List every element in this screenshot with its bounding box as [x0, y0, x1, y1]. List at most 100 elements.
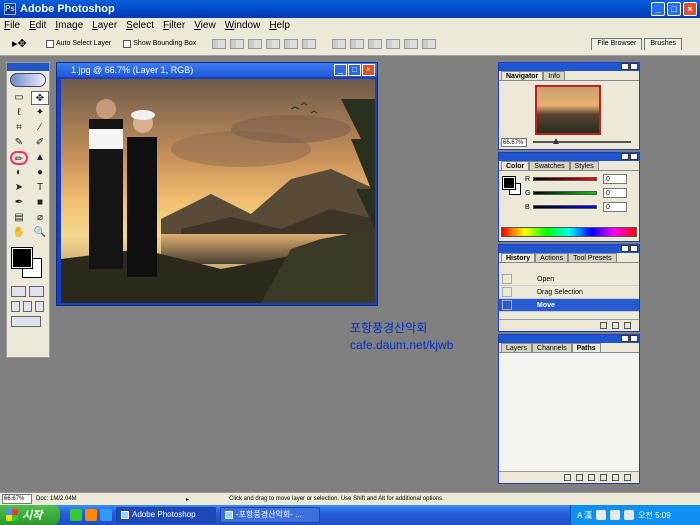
align-top-icon[interactable] — [212, 38, 227, 49]
align-left-icon[interactable] — [266, 38, 281, 49]
history-item[interactable]: Open — [499, 273, 639, 286]
menu-filter[interactable]: Filter — [163, 20, 185, 31]
crop-tool-icon[interactable]: ⌗ — [10, 121, 28, 135]
channel-g-slider[interactable] — [533, 191, 597, 195]
standard-screen-icon[interactable] — [11, 301, 20, 312]
palette-header[interactable] — [499, 153, 639, 161]
full-screen-menu-icon[interactable] — [23, 301, 32, 312]
align-hcenter-icon[interactable] — [284, 38, 299, 49]
network-icon[interactable] — [610, 510, 621, 520]
tab-layers[interactable]: Layers — [501, 343, 533, 352]
navigator-zoom-field[interactable]: 66.67% — [501, 137, 527, 147]
dodge-tool-icon[interactable]: ◐ — [10, 166, 28, 180]
paths-list[interactable] — [499, 353, 639, 471]
distribute-right-icon[interactable] — [422, 38, 437, 49]
trash-icon[interactable] — [624, 322, 631, 329]
distribute-left-icon[interactable] — [386, 38, 401, 49]
channel-g-value[interactable]: 0 — [603, 188, 627, 198]
palette-minimize-icon[interactable] — [621, 335, 629, 342]
marquee-tool-icon[interactable]: ▭ — [10, 91, 28, 105]
tab-tool-presets[interactable]: Tool Presets — [568, 253, 617, 262]
close-button[interactable]: × — [683, 2, 697, 16]
navigator-zoom-slider[interactable] — [533, 138, 631, 144]
color-foreground-swatch[interactable] — [502, 176, 516, 190]
align-vcenter-icon[interactable] — [230, 38, 245, 49]
tab-navigator[interactable]: Navigator — [501, 71, 544, 80]
taskbar-browser[interactable]: -포항풍경산악회- ... — [220, 507, 320, 523]
taskbar-photoshop[interactable]: Adobe Photoshop — [116, 507, 216, 523]
palette-header[interactable] — [499, 63, 639, 71]
minimize-button[interactable]: _ — [651, 2, 665, 16]
load-selection-icon[interactable] — [588, 474, 595, 481]
firefox-icon[interactable] — [85, 509, 97, 521]
menu-image[interactable]: Image — [55, 20, 83, 31]
distribute-hcenter-icon[interactable] — [404, 38, 419, 49]
zoom-tool-icon[interactable]: 🔍 — [31, 226, 49, 240]
navigator-thumbnail[interactable] — [535, 85, 601, 135]
palette-close-icon[interactable] — [630, 153, 638, 160]
stroke-path-icon[interactable] — [576, 474, 583, 481]
notes-tool-icon[interactable]: ▤ — [10, 211, 28, 225]
align-right-icon[interactable] — [302, 38, 317, 49]
tab-info[interactable]: Info — [543, 71, 565, 80]
palette-minimize-icon[interactable] — [621, 153, 629, 160]
palette-close-icon[interactable] — [630, 63, 638, 70]
file-browser-tab[interactable]: File Browser — [591, 38, 643, 50]
ie-icon[interactable] — [100, 509, 112, 521]
image-canvas[interactable] — [61, 79, 375, 303]
tab-swatches[interactable]: Swatches — [529, 161, 570, 170]
history-item-selected[interactable]: Move — [499, 299, 639, 312]
palette-header[interactable] — [499, 245, 639, 253]
path-selection-tool-icon[interactable]: ➤ — [10, 181, 28, 195]
new-snapshot-icon[interactable] — [612, 322, 619, 329]
palette-minimize-icon[interactable] — [621, 245, 629, 252]
new-document-icon[interactable] — [600, 322, 607, 329]
brushes-tab[interactable]: Brushes — [644, 38, 682, 50]
foreground-color-swatch[interactable] — [11, 247, 33, 269]
eyedropper-tool-icon[interactable]: ⌀ — [31, 211, 49, 225]
tab-color[interactable]: Color — [501, 161, 530, 170]
tab-channels[interactable]: Channels — [532, 343, 572, 352]
align-bottom-icon[interactable] — [248, 38, 263, 49]
distribute-top-icon[interactable] — [332, 38, 347, 49]
history-source-box[interactable] — [502, 300, 512, 310]
menu-edit[interactable]: Edit — [29, 20, 46, 31]
new-path-icon[interactable] — [612, 474, 619, 481]
color-spectrum-bar[interactable] — [501, 227, 637, 237]
menu-help[interactable]: Help — [269, 20, 290, 31]
history-source-box[interactable] — [502, 274, 512, 284]
move-tool-icon[interactable]: ✥ — [31, 91, 49, 105]
doc-size-info[interactable]: Doc: 1M/2.04M — [36, 496, 186, 502]
channel-r-slider[interactable] — [533, 177, 597, 181]
maximize-button[interactable]: □ — [667, 2, 681, 16]
palette-header[interactable] — [499, 335, 639, 343]
menu-layer[interactable]: Layer — [92, 20, 117, 31]
tab-styles[interactable]: Styles — [569, 161, 599, 170]
distribute-vcenter-icon[interactable] — [350, 38, 365, 49]
desktop-icon[interactable] — [70, 509, 82, 521]
pen-tool-icon[interactable]: ✒ — [10, 196, 28, 210]
doc-close-button[interactable]: × — [362, 64, 375, 76]
brush-tool-icon[interactable]: ✐ — [31, 136, 49, 150]
doc-minimize-button[interactable]: _ — [334, 64, 347, 76]
eraser-tool-icon[interactable]: ✏ — [10, 151, 28, 165]
channel-b-value[interactable]: 0 — [603, 202, 627, 212]
fill-path-icon[interactable] — [564, 474, 571, 481]
full-screen-icon[interactable] — [35, 301, 44, 312]
hand-tool-icon[interactable]: ✋ — [10, 226, 28, 240]
distribute-bottom-icon[interactable] — [368, 38, 383, 49]
palette-close-icon[interactable] — [630, 335, 638, 342]
palette-close-icon[interactable] — [630, 245, 638, 252]
status-zoom-field[interactable]: 66.67% — [2, 494, 32, 504]
show-bounding-box-checkbox[interactable]: Show Bounding Box — [123, 39, 196, 48]
adobe-online-button[interactable] — [7, 71, 49, 89]
tab-actions[interactable]: Actions — [535, 253, 569, 262]
clock[interactable]: 오전 5:09 — [638, 510, 671, 521]
gradient-tool-icon[interactable]: ▲ — [31, 151, 49, 165]
menu-window[interactable]: Window — [225, 20, 261, 31]
channel-r-value[interactable]: 0 — [603, 174, 627, 184]
status-arrow-icon[interactable]: ▸ — [186, 496, 189, 503]
volume-icon[interactable] — [624, 510, 635, 520]
history-item[interactable]: Drag Selection — [499, 286, 639, 299]
document-title[interactable]: 1.jpg @ 66.7% (Layer 1, RGB) — [57, 63, 377, 77]
